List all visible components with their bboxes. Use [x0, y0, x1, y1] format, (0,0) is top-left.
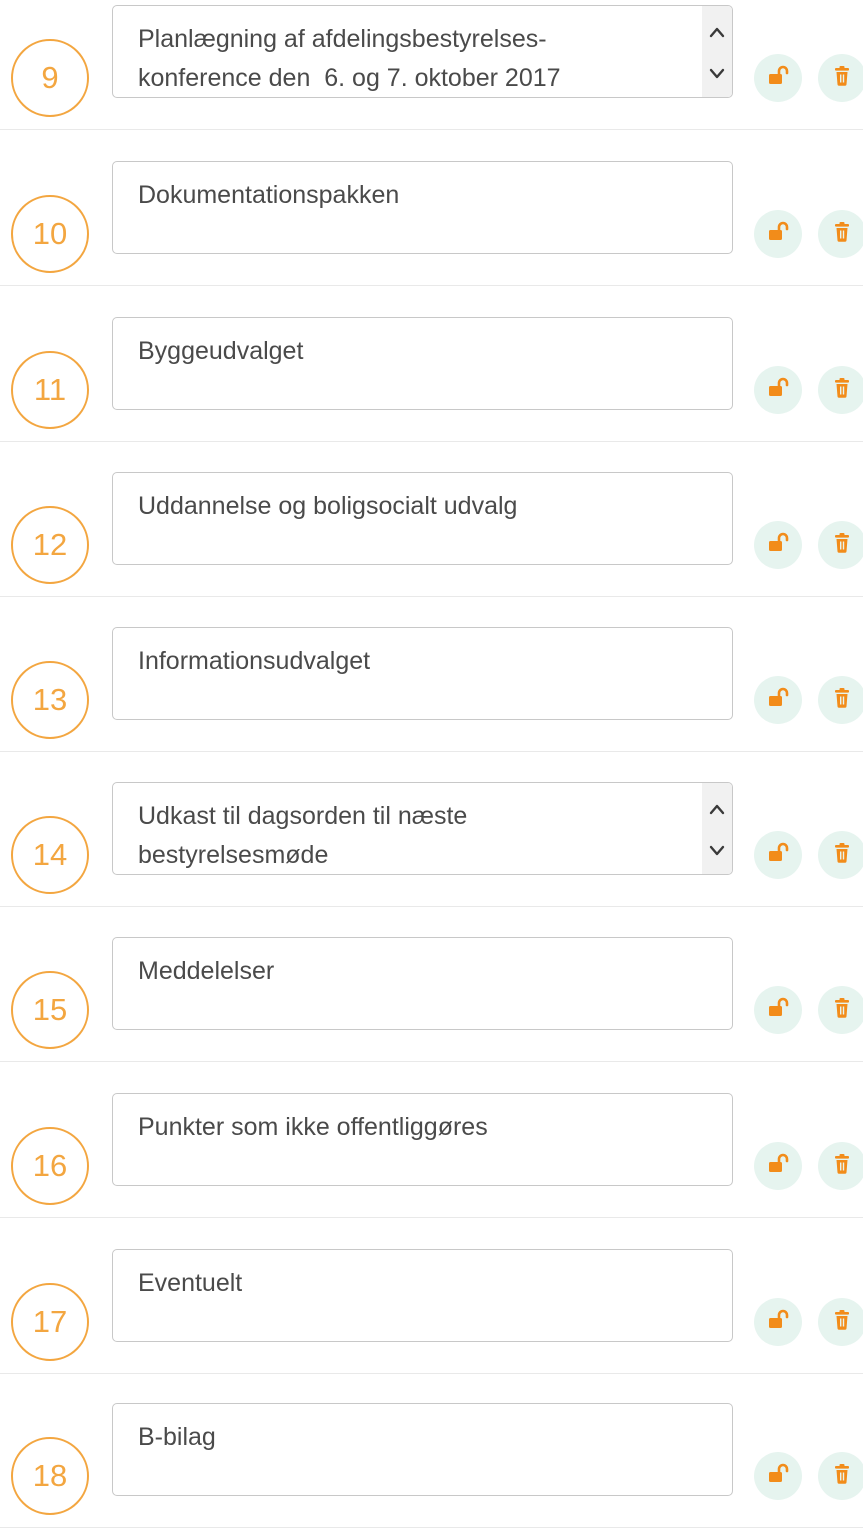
trash-icon [832, 377, 852, 404]
agenda-item-title-field[interactable]: Byggeudvalget [112, 317, 733, 410]
agenda-item-row: 16 Punkter som ikke offentliggøres [0, 1062, 863, 1218]
agenda-item-row: 15 Meddelelser [0, 906, 863, 1062]
agenda-item-number: 13 [11, 661, 89, 739]
delete-button[interactable] [818, 366, 863, 414]
unlock-button[interactable] [754, 210, 802, 258]
trash-icon [832, 687, 852, 714]
agenda-item-title-field[interactable]: Meddelelser [112, 937, 733, 1030]
agenda-item-title-text: Dokumentationspakken [138, 181, 400, 209]
agenda-item-title-field[interactable]: Punkter som ikke offentliggøres [112, 1093, 733, 1186]
unlock-button[interactable] [754, 1452, 802, 1500]
agenda-item-row: 11 Byggeudvalget [0, 286, 863, 442]
trash-icon [832, 842, 852, 869]
agenda-item-title-field[interactable]: Uddannelse og boligsocialt udvalg [112, 472, 733, 565]
unlock-button[interactable] [754, 366, 802, 414]
agenda-item-number: 14 [11, 816, 89, 894]
unlock-button[interactable] [754, 831, 802, 879]
delete-button[interactable] [818, 54, 863, 102]
agenda-item-title-field[interactable]: B-bilag [112, 1403, 733, 1496]
agenda-item-title-text: Uddannelse og boligsocialt udvalg [138, 492, 518, 520]
agenda-item-row: 12 Uddannelse og boligsocialt udvalg [0, 441, 863, 597]
agenda-item-number: 15 [11, 971, 89, 1049]
agenda-item-row: 10 Dokumentationspakken [0, 130, 863, 286]
agenda-item-title-text: Byggeudvalget [138, 337, 304, 365]
unlock-button[interactable] [754, 521, 802, 569]
agenda-item-row: 18 B-bilag [0, 1372, 863, 1528]
agenda-item-row: 14 Udkast til dagsorden til næste bestyre… [0, 751, 863, 907]
agenda-item-title-field[interactable]: Eventuelt [112, 1249, 733, 1342]
chevron-up-icon[interactable] [707, 24, 727, 40]
agenda-item-number: 11 [11, 351, 89, 429]
trash-icon [832, 997, 852, 1024]
agenda-item-row: 9 Planlægning af afdelingsbestyrelses- ko… [0, 0, 863, 130]
agenda-item-title-text: Meddelelser [138, 957, 275, 985]
agenda-item-title-text: Informationsudvalget [138, 647, 371, 675]
agenda-item-row: 13 Informationsudvalget [0, 596, 863, 752]
agenda-item-row: 17 Eventuelt [0, 1218, 863, 1374]
unlock-button[interactable] [754, 676, 802, 724]
delete-button[interactable] [818, 1452, 863, 1500]
unlock-button[interactable] [754, 1298, 802, 1346]
trash-icon [832, 1309, 852, 1336]
delete-button[interactable] [818, 676, 863, 724]
agenda-item-number: 10 [11, 195, 89, 273]
delete-button[interactable] [818, 986, 863, 1034]
agenda-item-title-field[interactable]: Dokumentationspakken [112, 161, 733, 254]
unlock-button[interactable] [754, 54, 802, 102]
field-scrollbar[interactable] [702, 6, 732, 97]
trash-icon [832, 1153, 852, 1180]
agenda-item-title-text: Udkast til dagsorden til næste bestyrels… [138, 802, 468, 869]
trash-icon [832, 1463, 852, 1490]
agenda-item-title-text: Punkter som ikke offentliggøres [138, 1113, 488, 1141]
unlock-icon [767, 532, 789, 559]
unlock-button[interactable] [754, 1142, 802, 1190]
unlock-icon [767, 997, 789, 1024]
unlock-icon [767, 1309, 789, 1336]
unlock-button[interactable] [754, 986, 802, 1034]
agenda-item-title-field[interactable]: Informationsudvalget [112, 627, 733, 720]
agenda-item-title-field[interactable]: Planlægning af afdelingsbestyrelses- kon… [112, 5, 733, 98]
chevron-up-icon[interactable] [707, 801, 727, 817]
chevron-down-icon[interactable] [707, 66, 727, 82]
delete-button[interactable] [818, 1298, 863, 1346]
field-scrollbar[interactable] [702, 783, 732, 874]
trash-icon [832, 221, 852, 248]
agenda-item-title-text: B-bilag [138, 1423, 216, 1451]
agenda-item-number: 17 [11, 1283, 89, 1361]
agenda-item-title-text: Eventuelt [138, 1269, 243, 1297]
delete-button[interactable] [818, 521, 863, 569]
trash-icon [832, 65, 852, 92]
unlock-icon [767, 842, 789, 869]
delete-button[interactable] [818, 1142, 863, 1190]
unlock-icon [767, 1463, 789, 1490]
unlock-icon [767, 377, 789, 404]
agenda-item-number: 12 [11, 506, 89, 584]
unlock-icon [767, 221, 789, 248]
agenda-item-number: 9 [11, 39, 89, 117]
agenda-item-number: 16 [11, 1127, 89, 1205]
unlock-icon [767, 687, 789, 714]
unlock-icon [767, 1153, 789, 1180]
agenda-item-title-field[interactable]: Udkast til dagsorden til næste bestyrels… [112, 782, 733, 875]
trash-icon [832, 532, 852, 559]
chevron-down-icon[interactable] [707, 843, 727, 859]
unlock-icon [767, 65, 789, 92]
agenda-item-title-text: Planlægning af afdelingsbestyrelses- kon… [138, 25, 561, 92]
agenda-item-number: 18 [11, 1437, 89, 1515]
delete-button[interactable] [818, 831, 863, 879]
delete-button[interactable] [818, 210, 863, 258]
